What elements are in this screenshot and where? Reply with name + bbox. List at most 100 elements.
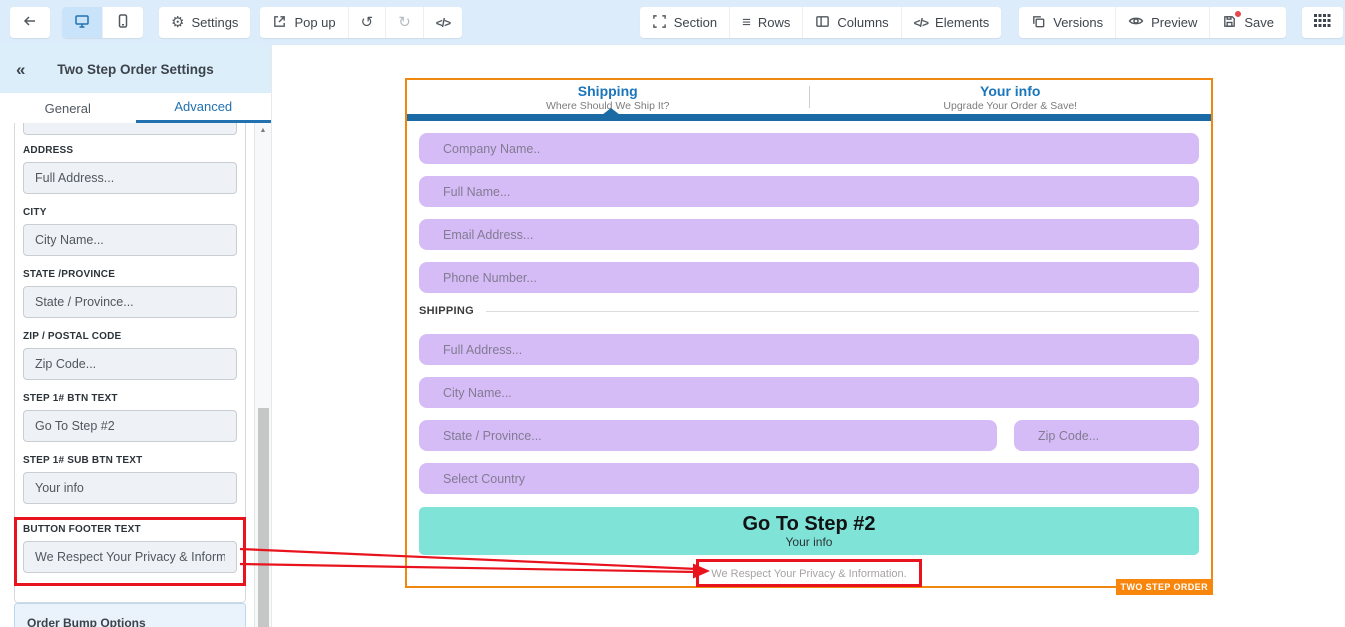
preview-eye-icon [1128, 13, 1144, 32]
annotation-highlight-box-sidebar: BUTTON FOOTER TEXT [14, 517, 246, 586]
mobile-view-button[interactable] [102, 7, 143, 38]
address-input[interactable] [23, 162, 237, 194]
step1-sub-btn-text-input[interactable] [23, 472, 237, 504]
custom-code-button[interactable]: </> [423, 7, 462, 38]
grid-menu-button[interactable] [1302, 7, 1343, 38]
order-form-body: SHIPPING Go To Step #2 Your info We Resp… [407, 121, 1211, 587]
order-bump-options-panel[interactable]: Order Bump Options [14, 603, 246, 627]
active-step-arrow [602, 108, 620, 115]
undo-icon: ↺ [361, 15, 374, 30]
device-toggle-group [62, 7, 143, 38]
collapse-sidebar-icon[interactable]: « [16, 61, 25, 78]
state-zip-row [419, 420, 1199, 463]
elements-icon: </> [914, 16, 928, 30]
step2-subtitle: Upgrade Your Order & Save! [943, 100, 1077, 112]
versions-button[interactable]: Versions [1019, 7, 1115, 38]
shipping-state-field[interactable] [419, 420, 997, 451]
tab-advanced[interactable]: Advanced [136, 93, 272, 123]
go-to-step-2-button[interactable]: Go To Step #2 Your info [419, 507, 1199, 555]
rows-label: Rows [758, 15, 791, 30]
rows-icon: ≡ [742, 15, 751, 30]
back-arrow-icon [22, 13, 38, 32]
scrollbar-thumb[interactable] [258, 408, 269, 627]
button-footer-text-group: BUTTON FOOTER TEXT [23, 524, 237, 573]
sidebar-scrollbar[interactable]: ▲ [254, 123, 271, 627]
versions-copy-icon [1031, 14, 1046, 32]
footer-note-row: We Respect Your Privacy & Information. [419, 559, 1199, 587]
city-input[interactable] [23, 224, 237, 256]
elements-label: Elements [935, 15, 989, 30]
elements-button[interactable]: </> Elements [901, 7, 1002, 38]
section-label: Section [674, 15, 717, 30]
sidebar-tabs: General Advanced [0, 93, 271, 123]
clipped-input[interactable] [23, 123, 237, 135]
undo-button[interactable]: ↺ [348, 7, 386, 38]
state-field-group: STATE /PROVINCE [23, 269, 237, 318]
company-name-field[interactable] [419, 133, 1199, 164]
shipping-heading-divider [486, 311, 1199, 312]
popup-external-icon [272, 14, 287, 32]
select-country-field[interactable] [419, 463, 1199, 494]
columns-icon [815, 14, 830, 32]
zip-label: ZIP / POSTAL CODE [23, 331, 237, 342]
zip-field-group: ZIP / POSTAL CODE [23, 331, 237, 380]
step1-sub-btn-text-label: STEP 1# SUB BTN TEXT [23, 455, 237, 466]
shipping-heading: SHIPPING [419, 305, 474, 317]
redo-icon: ↻ [398, 15, 411, 30]
save-floppy-icon [1222, 14, 1237, 32]
step1-title: Shipping [578, 83, 638, 99]
two-step-order-canvas: Shipping Where Should We Ship It? Your i… [405, 78, 1213, 588]
scrollbar-up-arrow[interactable]: ▲ [255, 123, 271, 134]
columns-button[interactable]: Columns [802, 7, 900, 38]
order-bump-options-title: Order Bump Options [27, 616, 146, 627]
back-button[interactable] [10, 7, 50, 38]
rows-button[interactable]: ≡ Rows [729, 7, 802, 38]
step1-btn-text-input[interactable] [23, 410, 237, 442]
save-button[interactable]: Save [1209, 7, 1286, 38]
cta-subtitle: Your info [786, 535, 833, 549]
shipping-section-heading-row: SHIPPING [419, 305, 1199, 317]
email-address-field[interactable] [419, 219, 1199, 250]
versions-label: Versions [1053, 15, 1103, 30]
two-step-order-badge[interactable]: TWO STEP ORDER [1116, 579, 1213, 595]
popup-label: Pop up [294, 15, 335, 30]
step-header: Shipping Where Should We Ship It? Your i… [407, 80, 1211, 114]
zip-input[interactable] [23, 348, 237, 380]
full-name-field[interactable] [419, 176, 1199, 207]
code-icon: </> [436, 16, 450, 30]
shipping-full-address-field[interactable] [419, 334, 1199, 365]
shipping-zip-field[interactable] [1014, 420, 1199, 451]
sidebar-scroll-area: ADDRESS CITY STATE /PROVINCE ZIP / POSTA… [0, 123, 254, 627]
redo-button[interactable]: ↻ [385, 7, 423, 38]
mobile-icon [115, 13, 131, 32]
settings-button[interactable]: ⚙ Settings [159, 7, 250, 38]
tab-general[interactable]: General [0, 93, 136, 123]
desktop-icon [74, 13, 90, 32]
step-progress-bar [407, 114, 1211, 121]
popup-button[interactable]: Pop up [260, 7, 347, 38]
desktop-view-button[interactable] [62, 7, 102, 38]
columns-label: Columns [837, 15, 888, 30]
button-footer-text-input[interactable] [23, 541, 237, 573]
address-label: ADDRESS [23, 145, 237, 156]
step-tab-your-info[interactable]: Your info Upgrade Your Order & Save! [810, 83, 1212, 112]
address-field-group: ADDRESS [23, 145, 237, 194]
privacy-footer-note: We Respect Your Privacy & Information. [711, 568, 906, 580]
settings-sidebar: « Two Step Order Settings General Advanc… [0, 45, 272, 627]
step2-title: Your info [980, 83, 1040, 99]
step1-sub-btn-text-group: STEP 1# SUB BTN TEXT [23, 455, 237, 504]
gear-icon: ⚙ [171, 15, 184, 30]
button-footer-text-label: BUTTON FOOTER TEXT [23, 524, 237, 535]
city-label: CITY [23, 207, 237, 218]
section-button[interactable]: Section [640, 7, 729, 38]
preview-button[interactable]: Preview [1115, 7, 1209, 38]
phone-number-field[interactable] [419, 262, 1199, 293]
shipping-city-field[interactable] [419, 377, 1199, 408]
sidebar-title: Two Step Order Settings [57, 62, 214, 77]
save-label: Save [1244, 15, 1274, 30]
annotation-highlight-box-canvas: We Respect Your Privacy & Information. [696, 559, 921, 587]
section-brackets-icon [652, 14, 667, 32]
unsaved-changes-dot [1234, 10, 1242, 18]
state-input[interactable] [23, 286, 237, 318]
settings-label: Settings [191, 15, 238, 30]
